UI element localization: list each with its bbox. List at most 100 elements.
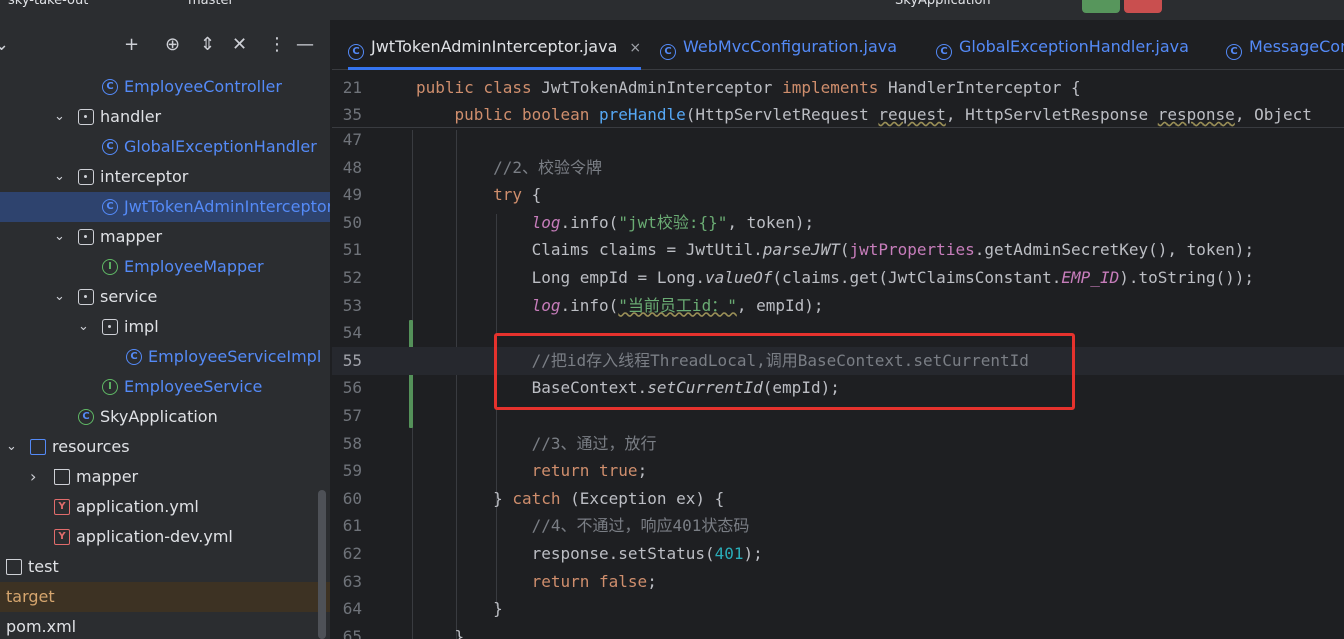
code-line[interactable]: 57 (332, 402, 1344, 430)
tree-item-label: service (100, 287, 158, 306)
debug-button[interactable] (1082, 0, 1120, 13)
tree-item-employeemapper[interactable]: I EmployeeMapper (0, 252, 330, 282)
tree-item-label: EmployeeService (124, 377, 263, 396)
interface-icon: I (102, 259, 118, 275)
code-token: , token); (727, 212, 815, 232)
tree-item-pom-xml[interactable]: pom.xml (0, 612, 330, 639)
tree-item-globalexceptionhandler[interactable]: C GlobalExceptionHandler (0, 132, 330, 162)
close-icon[interactable]: × (629, 40, 641, 56)
code-token: //2、校验令牌 (493, 157, 602, 177)
tree-item-test[interactable]: test (0, 552, 330, 582)
minimize-icon[interactable]: — (296, 34, 314, 56)
code-line[interactable]: 21 public class JwtTokenAdminInterceptor … (332, 74, 1344, 102)
branch-name[interactable]: master (188, 0, 234, 8)
code-line[interactable]: 53 log.info("当前员工id：", empId); (332, 292, 1344, 320)
chevron-down-icon[interactable]: ⌄ (54, 282, 68, 312)
chevron-down-icon[interactable]: ⌄ (54, 222, 68, 252)
code-line[interactable]: 48 //2、校验令牌 (332, 154, 1344, 182)
code-token: (Exception ex) { (570, 488, 725, 508)
code-line[interactable]: 54 (332, 319, 1344, 347)
tree-item-resources[interactable]: ⌄ resources (0, 432, 330, 462)
run-config[interactable]: SkyApplication (895, 0, 991, 8)
class-icon: C (102, 139, 118, 155)
code-text: public class JwtTokenAdminInterceptor im… (416, 74, 1081, 102)
code-text: //3、通过，放行 (416, 430, 657, 458)
code-area[interactable]: 47 48 //2、校验令牌 49 try {50 log.info("jwt校验:… (332, 130, 1344, 639)
code-token: ); (743, 544, 763, 563)
collapse-icon[interactable]: ✕ (232, 34, 247, 56)
code-line[interactable]: 62 response.setStatus(401); (332, 540, 1344, 568)
tree-item-skyapplication[interactable]: C SkyApplication (0, 402, 330, 432)
code-line[interactable]: 64 } (332, 595, 1344, 623)
code-line[interactable]: 65 } (332, 623, 1344, 639)
target-icon[interactable]: ⊕ (165, 34, 180, 56)
tree-item-service[interactable]: ⌄ service (0, 282, 330, 312)
code-line[interactable]: 49 try { (332, 181, 1344, 209)
code-line[interactable]: 51 Claims claims = JwtUtil.parseJWT(jwtP… (332, 236, 1344, 264)
line-number: 49 (342, 185, 362, 205)
code-token: "jwt校验:{}" (618, 212, 728, 232)
chevron-down-icon[interactable]: ⌄ (6, 432, 20, 462)
code-line[interactable]: 58 //3、通过，放行 (332, 430, 1344, 458)
line-number: 59 (342, 461, 362, 481)
class-icon: C (126, 349, 142, 365)
code-editor: C JwtTokenAdminInterceptor.java × C WebMvcC… (332, 20, 1344, 639)
tab-message[interactable]: C MessageCon (1226, 20, 1344, 70)
tree-item-employeeserviceimpl[interactable]: C EmployeeServiceImpl (0, 342, 330, 372)
tree-item-application-yml[interactable]: Yapplication.yml (0, 492, 330, 522)
spring-class-icon: C (78, 409, 94, 425)
code-line[interactable]: 60 } catch (Exception ex) { (332, 485, 1344, 513)
tree-item-impl[interactable]: ⌄ impl (0, 312, 330, 342)
tab-jwt-interceptor[interactable]: C JwtTokenAdminInterceptor.java × (348, 20, 642, 70)
code-token: } (416, 488, 513, 508)
tree-item-target[interactable]: target (0, 582, 330, 612)
code-line[interactable]: 56 BaseContext.setCurrentId(empId); (332, 374, 1344, 402)
line-number: 55 (342, 350, 362, 370)
chevron-down-icon[interactable]: ⌄ (78, 312, 92, 342)
chevron-down-icon[interactable]: ⌄ (0, 34, 9, 56)
project-toolbar: ⌄ + ⊕ ⇕ ✕ ⋮ — (0, 20, 330, 72)
tree-item-employeecontroller[interactable]: C EmployeeController (0, 72, 330, 102)
code-text: response.setStatus(401); (416, 540, 763, 568)
tree-item-mapper[interactable]: › mapper (0, 462, 330, 492)
tree-scrollbar[interactable] (318, 490, 326, 639)
tree-item-handler[interactable]: ⌄ handler (0, 102, 330, 132)
more-icon[interactable]: ⋮ (268, 34, 286, 56)
code-text: } (416, 623, 465, 639)
class-icon: C (348, 44, 364, 60)
code-line[interactable]: 63 return false; (332, 568, 1344, 596)
line-number: 62 (342, 544, 362, 563)
tree-item-mapper[interactable]: ⌄ mapper (0, 222, 330, 252)
tree-item-label: application.yml (76, 497, 199, 516)
tree-item-interceptor[interactable]: ⌄ interceptor (0, 162, 330, 192)
line-number: 35 (342, 105, 362, 124)
class-icon: C (102, 79, 118, 95)
code-line[interactable]: 59 return true; (332, 457, 1344, 485)
tree-item-label: SkyApplication (100, 407, 218, 426)
tree-item-employeeservice[interactable]: I EmployeeService (0, 372, 330, 402)
add-icon[interactable]: + (124, 34, 139, 56)
tree-item-jwttokenadmininterceptor[interactable]: C JwtTokenAdminInterceptor (0, 192, 330, 222)
project-name[interactable]: sky-take-out (8, 0, 88, 8)
code-line[interactable]: 61 //4、不通过，响应401状态码 (332, 512, 1344, 540)
tree-item-label: EmployeeController (124, 77, 282, 96)
code-token: jwtProperties (849, 240, 975, 260)
tree-item-application-dev-yml[interactable]: Yapplication-dev.yml (0, 522, 330, 552)
code-line[interactable]: 52 Long empId = Long.valueOf(claims.get(… (332, 264, 1344, 292)
code-line[interactable]: 55 //把id存入线程ThreadLocal,调用BaseContext.se… (332, 346, 1344, 375)
code-line[interactable]: 50 log.info("jwt校验:{}", token); (332, 209, 1344, 237)
chevron-down-icon[interactable]: ⌄ (54, 102, 68, 132)
line-number: 47 (342, 130, 362, 149)
expand-icon[interactable]: ⇕ (200, 34, 215, 56)
tab-global-exception[interactable]: C GlobalExceptionHandler.java (936, 20, 1189, 70)
code-token: setCurrentId (647, 378, 763, 398)
tab-webmvc-config[interactable]: C WebMvcConfiguration.java (660, 20, 897, 70)
tree-item-label: handler (100, 107, 162, 126)
code-token: "当前员工id：" (618, 295, 737, 315)
chevron-down-icon[interactable]: ⌄ (54, 162, 68, 192)
chevron-right-icon[interactable]: › (30, 462, 44, 492)
stop-button[interactable] (1124, 0, 1162, 13)
code-line[interactable]: 35 public boolean preHandle(HttpServletR… (332, 101, 1344, 129)
code-line[interactable]: 47 (332, 126, 1344, 154)
